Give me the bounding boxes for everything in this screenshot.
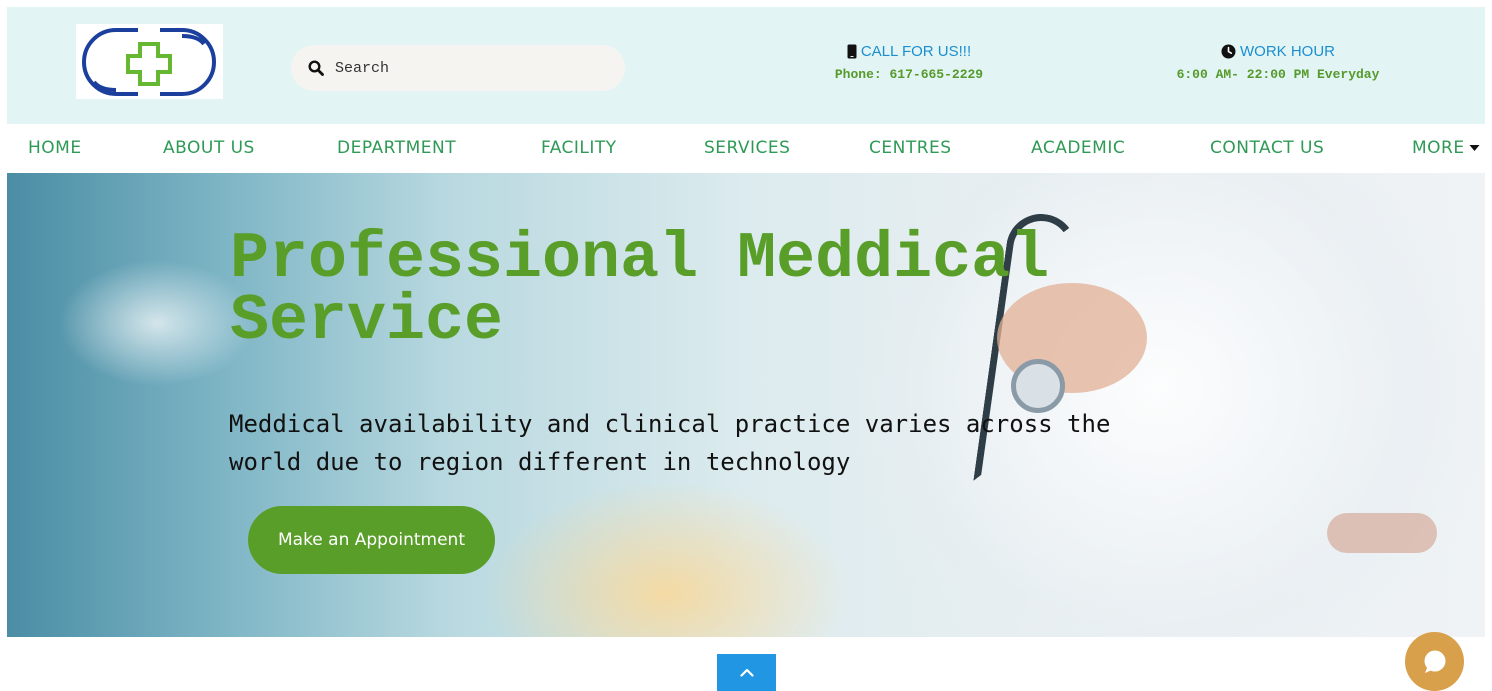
work-hours-value: 6:00 AM- 22:00 PM Everyday <box>1176 67 1380 82</box>
phone-number: Phone: 617-665-2229 <box>834 67 984 82</box>
call-title-text: CALL FOR US!!! <box>860 43 972 60</box>
nav-facility[interactable]: FACILITY <box>541 138 617 158</box>
work-hour-title[interactable]: WORK HOUR <box>1133 43 1423 60</box>
scroll-to-top-button[interactable] <box>717 654 776 691</box>
nav-department[interactable]: DEPARTMENT <box>337 138 456 158</box>
work-hour-title-text: WORK HOUR <box>1240 43 1335 60</box>
top-header: CALL FOR US!!! Phone: 617-665-2229 WORK … <box>7 7 1485 124</box>
nav-academic[interactable]: ACADEMIC <box>1031 138 1125 158</box>
nav-centres[interactable]: CENTRES <box>869 138 952 158</box>
hero-subtitle-line1: Meddical availability and clinical pract… <box>229 410 1111 438</box>
phone-icon <box>847 44 857 59</box>
medical-cross-logo-icon <box>82 28 216 96</box>
search-icon[interactable] <box>307 59 325 77</box>
clock-icon <box>1221 44 1236 59</box>
hero-banner: Professional Meddical Service Meddical a… <box>7 173 1485 637</box>
call-title[interactable]: CALL FOR US!!! <box>779 43 1039 60</box>
chevron-up-icon <box>739 668 754 677</box>
nav-about-us[interactable]: ABOUT US <box>163 138 255 158</box>
make-appointment-button[interactable]: Make an Appointment <box>248 506 495 574</box>
chat-button[interactable] <box>1405 632 1464 691</box>
hero-title: Professional Meddical Service <box>230 227 1280 354</box>
hero-title-line2: Service <box>230 284 504 358</box>
nav-more-label: MORE <box>1412 138 1465 158</box>
hero-subtitle: Meddical availability and clinical pract… <box>229 405 1229 481</box>
search-input[interactable] <box>333 58 617 78</box>
site-logo[interactable] <box>76 24 223 99</box>
caret-down-icon <box>1469 145 1480 151</box>
nav-more[interactable]: MORE <box>1412 138 1480 158</box>
doctor-arm <box>1327 513 1437 553</box>
search-bar[interactable] <box>291 45 625 91</box>
call-info: CALL FOR US!!! Phone: 617-665-2229 <box>779 43 1039 82</box>
nav-home[interactable]: HOME <box>28 138 82 158</box>
main-nav: HOME ABOUT US DEPARTMENT FACILITY SERVIC… <box>0 124 1492 173</box>
nav-services[interactable]: SERVICES <box>704 138 790 158</box>
hero-subtitle-line2: world due to region different in technol… <box>229 448 851 476</box>
work-hours-info: WORK HOUR 6:00 AM- 22:00 PM Everyday <box>1133 43 1423 82</box>
chat-bubble-icon <box>1424 650 1445 673</box>
nav-contact-us[interactable]: CONTACT US <box>1210 138 1324 158</box>
